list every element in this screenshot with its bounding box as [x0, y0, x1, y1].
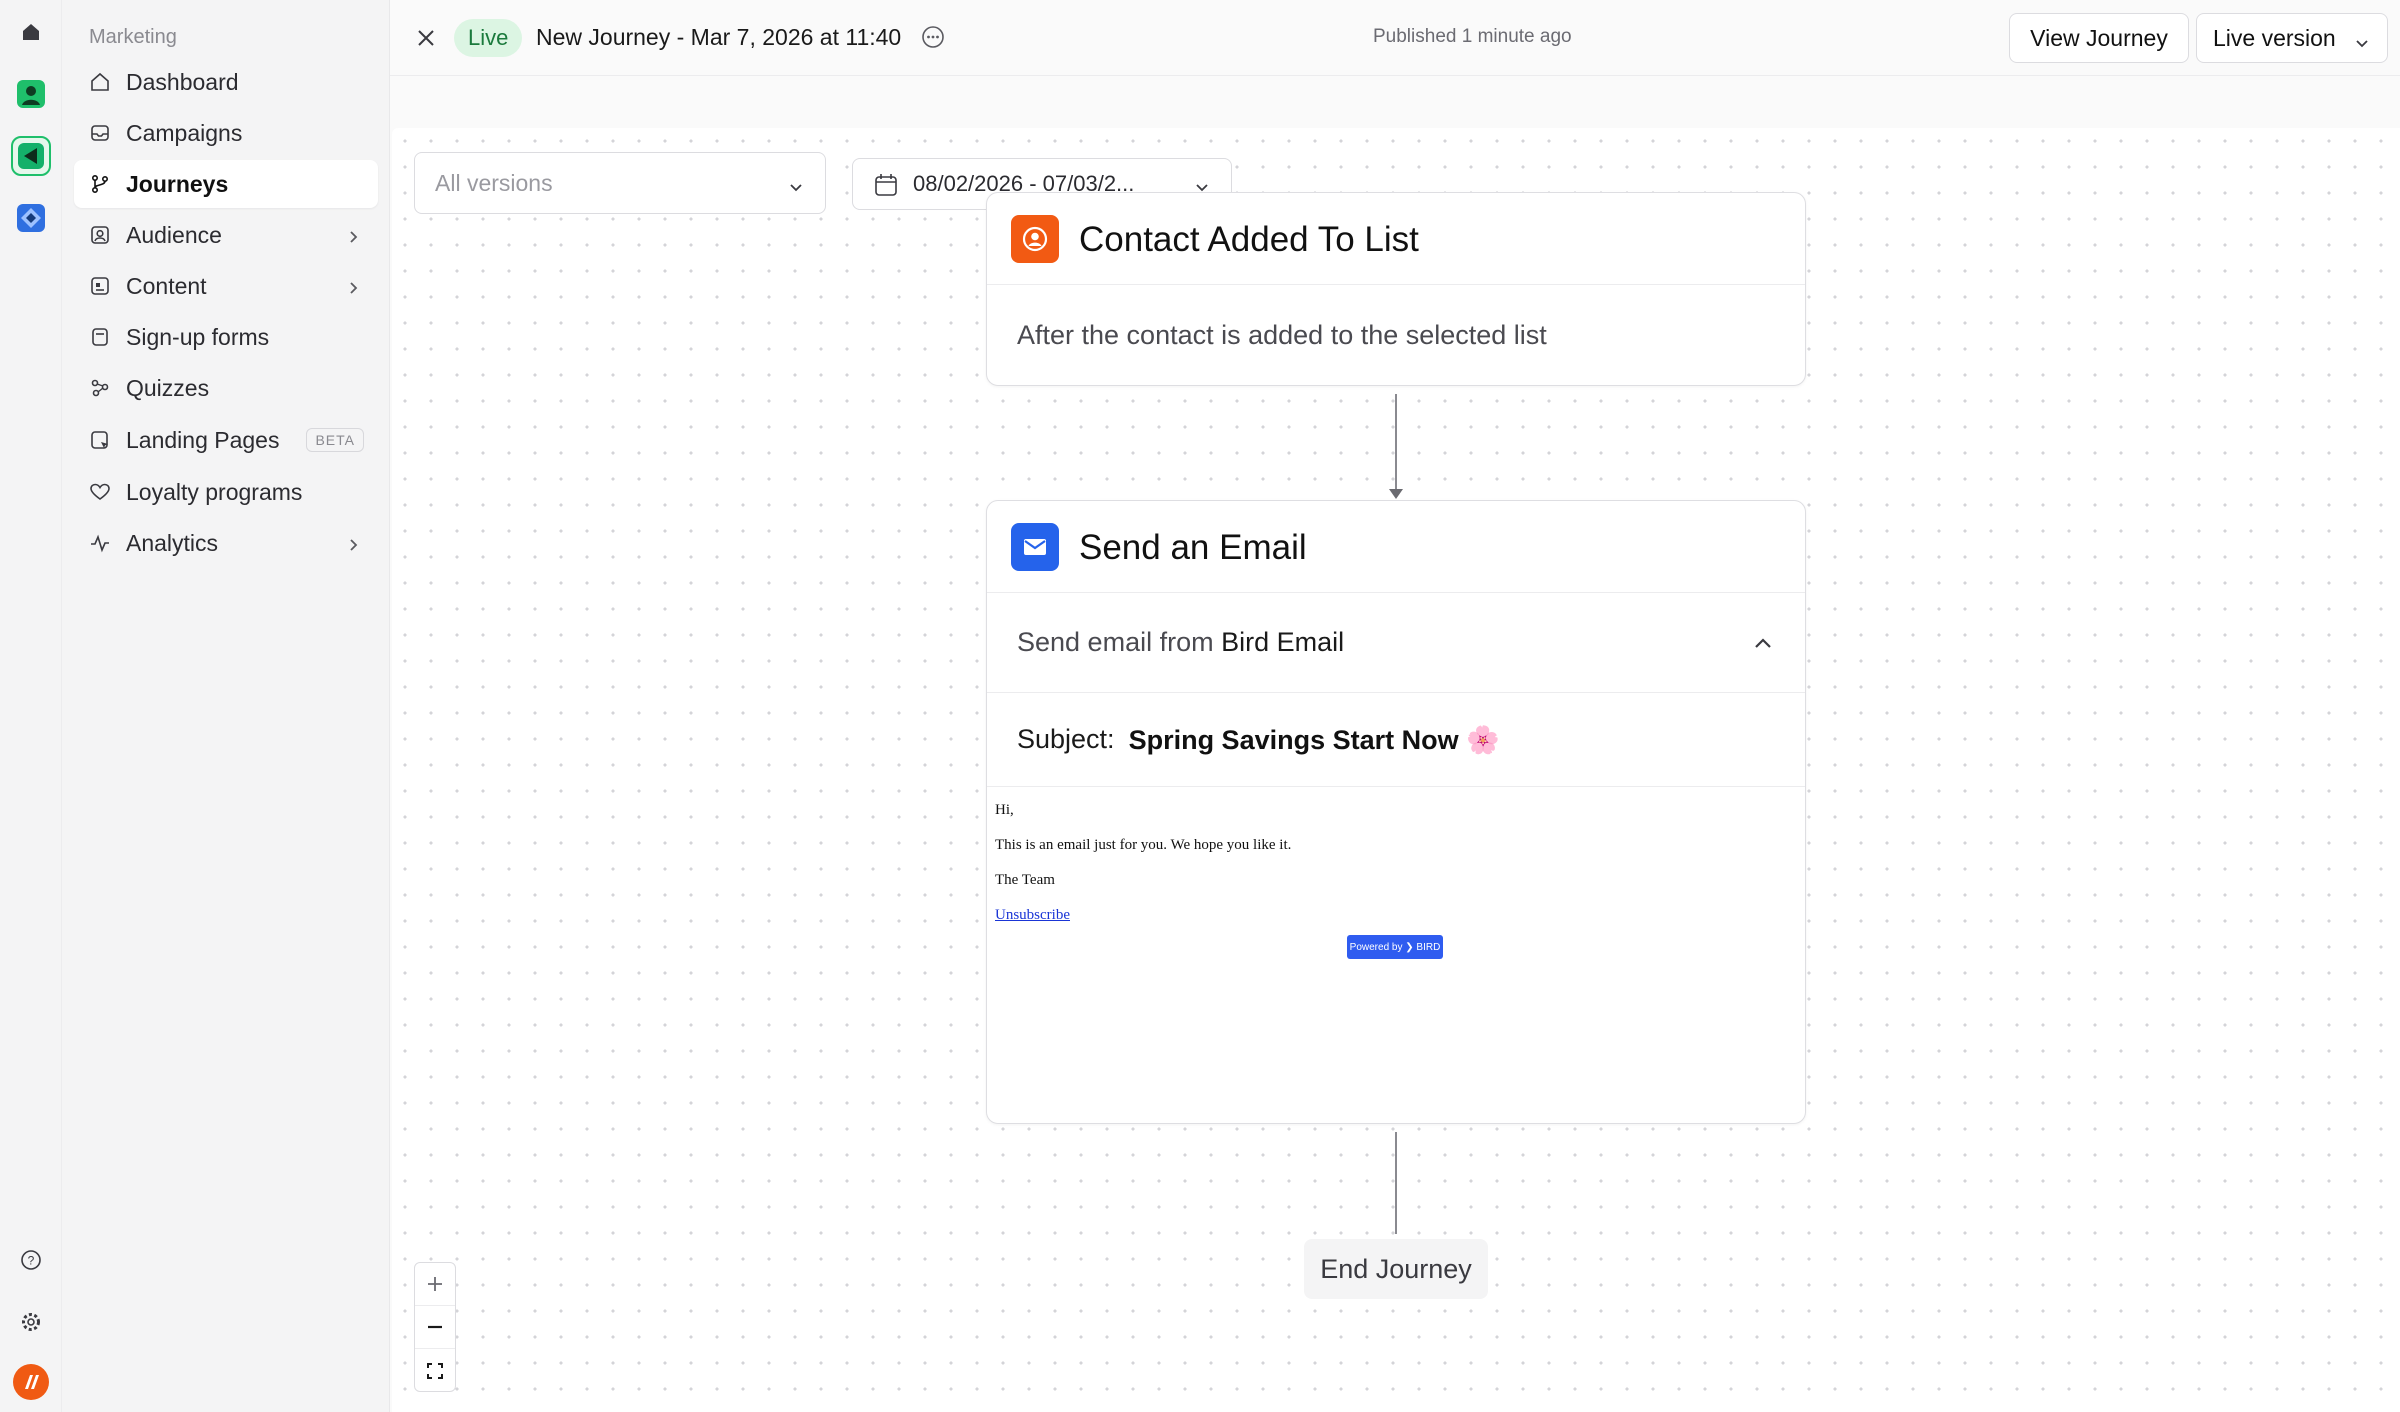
- close-icon[interactable]: [410, 22, 442, 54]
- email-body-line: This is an email just for you. We hope y…: [995, 837, 1292, 853]
- connector-line: [1395, 1132, 1397, 1234]
- home-icon: [88, 70, 112, 94]
- more-options-icon[interactable]: [920, 24, 946, 55]
- trigger-node-header: Contact Added To List: [987, 193, 1805, 285]
- trigger-node-description: After the contact is added to the select…: [1017, 319, 1547, 350]
- sidebar-item-label: Sign-up forms: [126, 323, 270, 350]
- sidebar-item-journeys[interactable]: Journeys: [74, 160, 378, 208]
- view-journey-button[interactable]: View Journey: [2009, 13, 2189, 63]
- sidebar-item-content[interactable]: Content: [74, 262, 378, 310]
- sidebar-item-signup-forms[interactable]: Sign-up forms: [74, 313, 378, 361]
- content-icon: [88, 274, 112, 298]
- sidebar-item-campaigns[interactable]: Campaigns: [74, 109, 378, 157]
- sidebar: Marketing Dashboard Campaigns Journeys A…: [62, 0, 390, 1412]
- landing-page-icon: [88, 428, 112, 452]
- sidebar-item-label: Quizzes: [126, 374, 210, 401]
- connector-line: [1395, 394, 1397, 492]
- email-subject-row: Subject: Spring Savings Start Now 🌸: [987, 693, 1805, 787]
- svg-text:?: ?: [28, 1254, 35, 1268]
- sidebar-item-label: Dashboard: [126, 68, 239, 95]
- send-email-node[interactable]: Send an Email Send email from Bird Email…: [986, 500, 1806, 1124]
- zoom-controls: [414, 1262, 456, 1392]
- fit-view-button[interactable]: [415, 1349, 455, 1392]
- activity-icon: [88, 531, 112, 555]
- chevron-down-icon: [2353, 31, 2371, 58]
- chevron-up-icon[interactable]: [1751, 631, 1775, 662]
- status-badge: Live: [454, 19, 523, 57]
- chevron-right-icon: [344, 533, 362, 560]
- beta-badge: BETA: [306, 428, 364, 452]
- unsubscribe-link[interactable]: Unsubscribe: [995, 907, 1070, 923]
- form-icon: [88, 325, 112, 349]
- chevron-right-icon: [344, 276, 362, 303]
- sidebar-item-quizzes[interactable]: Quizzes: [74, 364, 378, 412]
- sidebar-item-label: Journeys: [126, 170, 229, 197]
- versions-select[interactable]: All versions: [414, 152, 826, 214]
- sidebar-item-label: Loyalty programs: [126, 478, 303, 505]
- home-icon[interactable]: [11, 12, 51, 52]
- contact-icon: [1011, 215, 1059, 263]
- sidebar-item-label: Campaigns: [126, 119, 243, 146]
- email-sender-name: Bird Email: [1221, 627, 1345, 657]
- help-icon[interactable]: ?: [11, 1240, 51, 1280]
- sidebar-item-label: Analytics: [126, 529, 219, 556]
- email-sender-prefix: Send email from: [1017, 627, 1214, 657]
- automation-app-icon[interactable]: [11, 198, 51, 238]
- connector-arrow: [1389, 489, 1403, 499]
- branch-icon: [88, 172, 112, 196]
- trigger-node[interactable]: Contact Added To List After the contact …: [986, 192, 1806, 386]
- sidebar-item-label: Audience: [126, 221, 222, 248]
- sidebar-item-audience[interactable]: Audience: [74, 211, 378, 259]
- sidebar-item-label: Landing Pages: [126, 426, 280, 453]
- sidebar-item-label: Content: [126, 272, 207, 299]
- chevron-right-icon: [344, 225, 362, 252]
- heart-icon: [88, 480, 112, 504]
- send-email-node-header: Send an Email: [987, 501, 1805, 593]
- trigger-node-title: Contact Added To List: [1079, 220, 1419, 259]
- mail-icon: [1011, 523, 1059, 571]
- calendar-icon: [873, 172, 899, 204]
- sidebar-item-analytics[interactable]: Analytics: [74, 519, 378, 567]
- email-preview: Hi, This is an email just for you. We ho…: [987, 787, 1805, 1123]
- published-status: Published 1 minute ago: [1373, 26, 1572, 47]
- sidebar-item-loyalty-programs[interactable]: Loyalty programs: [74, 468, 378, 516]
- zoom-in-button[interactable]: [415, 1263, 455, 1306]
- zoom-out-button[interactable]: [415, 1306, 455, 1349]
- marketing-app-icon[interactable]: [11, 136, 51, 176]
- chevron-down-icon: [787, 175, 805, 202]
- end-journey-node[interactable]: End Journey: [1304, 1239, 1488, 1299]
- quiz-icon: [88, 376, 112, 400]
- audience-icon: [88, 223, 112, 247]
- inbox-icon: [88, 121, 112, 145]
- sidebar-section-title: Marketing: [89, 26, 177, 48]
- journey-title[interactable]: New Journey - Mar 7, 2026 at 11:40: [536, 24, 901, 51]
- sidebar-item-dashboard[interactable]: Dashboard: [74, 58, 378, 106]
- email-signoff: The Team: [995, 872, 1055, 888]
- subject-value: Spring Savings Start Now 🌸: [1128, 724, 1500, 755]
- settings-gear-icon[interactable]: [11, 1302, 51, 1342]
- versions-select-placeholder: All versions: [435, 169, 553, 196]
- email-greeting: Hi,: [995, 802, 1014, 818]
- journey-canvas[interactable]: All versions 08/02/2026 - 07/03/2... Con…: [392, 128, 2400, 1412]
- send-email-node-title: Send an Email: [1079, 528, 1307, 567]
- sidebar-item-landing-pages[interactable]: Landing Pages BETA: [74, 416, 378, 464]
- subject-label: Subject:: [1017, 724, 1115, 754]
- live-version-label: Live version: [2213, 24, 2336, 51]
- email-sender-row[interactable]: Send email from Bird Email: [987, 593, 1805, 693]
- workspace-avatar[interactable]: [11, 1362, 51, 1402]
- live-version-dropdown[interactable]: Live version: [2196, 13, 2388, 63]
- powered-by-badge: Powered by ❯ BIRD: [1347, 935, 1443, 959]
- app-rail: ?: [0, 0, 62, 1412]
- contacts-app-icon[interactable]: [11, 74, 51, 114]
- journey-header: Live New Journey - Mar 7, 2026 at 11:40 …: [390, 0, 2400, 76]
